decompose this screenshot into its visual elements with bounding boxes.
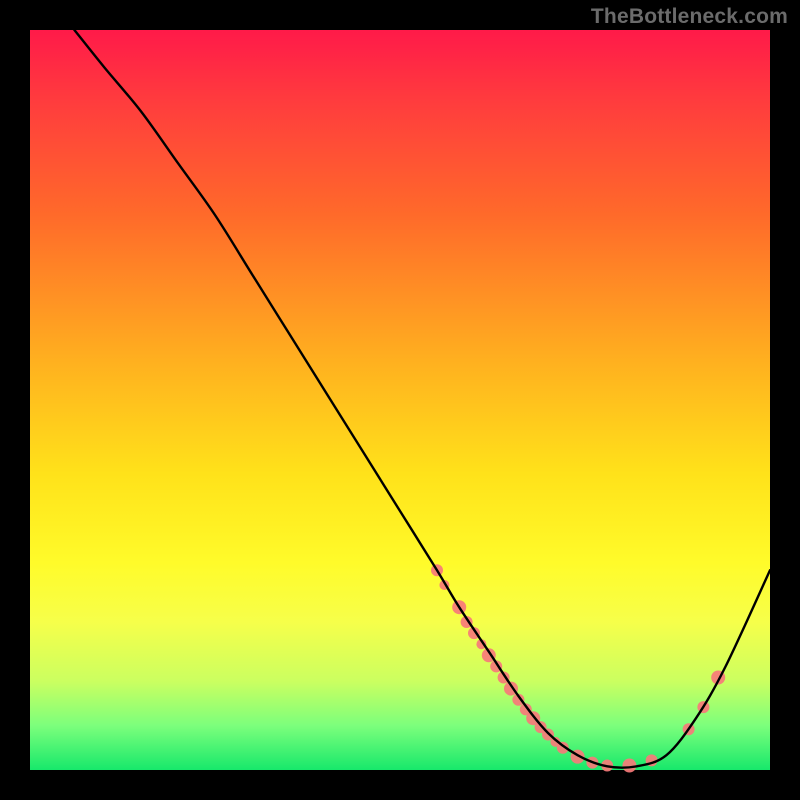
watermark-label: TheBottleneck.com [591, 6, 788, 27]
chart-stage: TheBottleneck.com [0, 0, 800, 800]
chart-plot-area [30, 30, 770, 770]
chart-svg [30, 30, 770, 770]
chart-curve [74, 30, 770, 768]
chart-markers [431, 564, 725, 772]
